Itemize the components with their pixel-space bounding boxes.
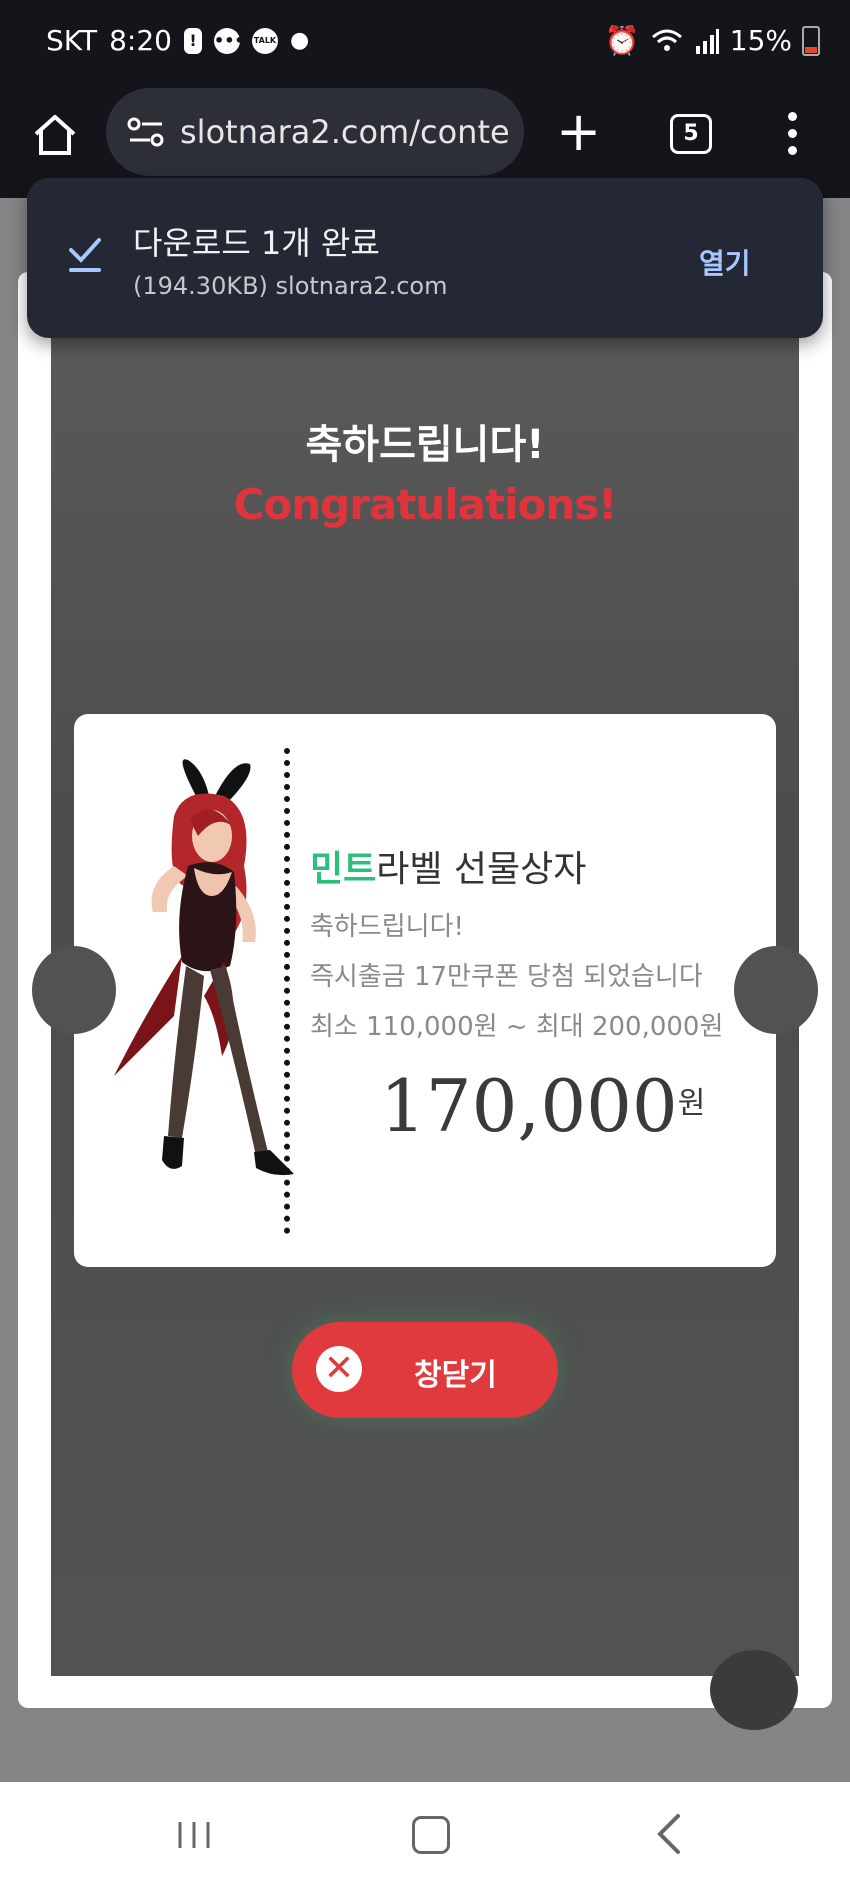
back-icon[interactable] xyxy=(650,1812,690,1856)
congrats-title-en: Congratulations! xyxy=(233,480,618,529)
coupon-line-congrats: 축하드립니다! xyxy=(310,912,464,942)
carrier: SKT xyxy=(46,24,98,57)
nav-home-icon[interactable] xyxy=(412,1816,450,1854)
home-icon[interactable] xyxy=(30,110,80,160)
coupon-heading-rest: 라벨 선물상자 xyxy=(376,849,587,890)
chat-icon: ••• xyxy=(213,27,245,54)
wifi-icon xyxy=(651,29,682,51)
url-bar[interactable]: slotnara2.com/conte xyxy=(106,88,524,176)
close-window-button[interactable]: ✕ 창닫기 xyxy=(292,1322,558,1418)
status-right: ⏰ 15% xyxy=(605,24,820,57)
download-complete-toast: 다운로드 1개 완료 (194.30KB) slotnara2.com 열기 xyxy=(27,178,823,338)
site-settings-icon[interactable] xyxy=(124,112,168,152)
alarm-icon: ⏰ xyxy=(604,24,640,57)
character-illustration xyxy=(114,759,294,1176)
more-icon[interactable] xyxy=(788,112,798,163)
congrats-title-ko: 축하드립니다! xyxy=(305,422,545,468)
coupon-amount-value: 170,000 xyxy=(380,1064,678,1148)
clock: 8:20 xyxy=(109,24,172,57)
battery-icon xyxy=(802,25,820,56)
system-nav-bar xyxy=(0,1782,850,1889)
download-title: 다운로드 1개 완료 xyxy=(133,224,380,262)
recent-apps-icon[interactable] xyxy=(176,1820,212,1850)
coupon-heading-accent: 민트 xyxy=(310,849,377,890)
url-text[interactable]: slotnara2.com/conte xyxy=(180,113,510,151)
close-icon: ✕ xyxy=(316,1346,362,1392)
tabs-icon[interactable]: 5 xyxy=(670,114,712,154)
coupon-amount: 170,000원 xyxy=(380,1064,705,1148)
coupon-line-range: 최소 110,000원 ~ 최대 200,000원 xyxy=(310,1012,724,1042)
download-done-icon xyxy=(69,238,101,272)
signal-icon xyxy=(695,28,719,54)
status-bar: SKT 8:20 ! ••• TALK ● ⏰ 15% xyxy=(0,0,850,88)
coupon-card: 민트라벨 선물상자 축하드립니다! 즉시출금 17만쿠폰 당첨 되었습니다 최소… xyxy=(32,714,818,1267)
new-tab-icon[interactable]: + xyxy=(556,102,601,162)
dot-icon: ● xyxy=(289,28,310,53)
alert-icon: ! xyxy=(183,27,202,54)
floating-button[interactable] xyxy=(710,1650,798,1730)
status-left: SKT 8:20 ! ••• TALK ● xyxy=(46,24,309,57)
coupon-amount-unit: 원 xyxy=(677,1086,706,1121)
battery-level: 15% xyxy=(729,24,792,57)
coupon-notch-right xyxy=(734,946,818,1034)
download-subtitle: (194.30KB) slotnara2.com xyxy=(133,272,448,300)
coupon-line-prize: 즉시출금 17만쿠폰 당첨 되었습니다 xyxy=(310,962,703,992)
coupon-heading: 민트라벨 선물상자 xyxy=(310,840,586,892)
close-window-label: 창닫기 xyxy=(414,1358,497,1393)
kakaotalk-icon: TALK xyxy=(251,27,278,54)
perforation-line xyxy=(284,748,290,1234)
open-download-button[interactable]: 열기 xyxy=(699,242,751,282)
